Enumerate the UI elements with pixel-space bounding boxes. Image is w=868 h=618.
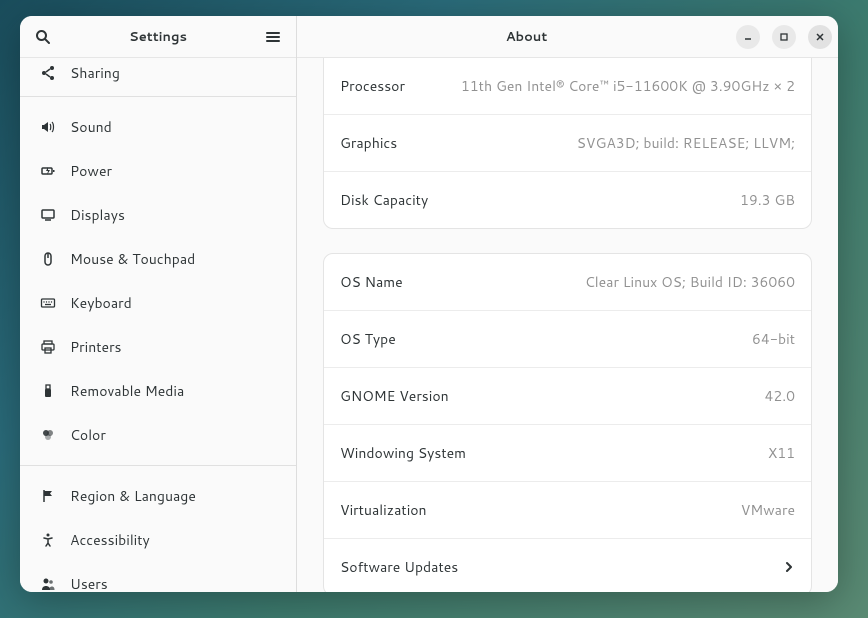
main-header: About	[297, 16, 838, 58]
sidebar-item-users[interactable]: Users	[20, 562, 296, 592]
row-value: Clear Linux OS; Build ID: 36060	[585, 272, 795, 292]
sidebar-item-power[interactable]: Power	[20, 149, 296, 193]
menu-button[interactable]	[256, 20, 290, 54]
sidebar-item-label: Users	[70, 574, 108, 592]
sidebar-item-color[interactable]: Color	[20, 413, 296, 457]
software-updates-row[interactable]: Software Updates	[324, 538, 811, 592]
accessibility-icon	[40, 532, 56, 548]
share-icon	[40, 65, 56, 81]
hardware-card: Processor 11th Gen Intel® Core™ i5-11600…	[323, 58, 812, 229]
sidebar-item-label: Mouse & Touchpad	[70, 249, 195, 269]
sidebar-item-sharing[interactable]: Sharing	[20, 58, 296, 88]
maximize-icon	[779, 32, 789, 42]
sidebar-item-label: Sharing	[70, 63, 120, 83]
info-row-os-type: OS Type 64-bit	[324, 310, 811, 367]
divider	[20, 465, 296, 466]
sidebar-item-printers[interactable]: Printers	[20, 325, 296, 369]
close-button[interactable]	[808, 25, 832, 49]
speaker-icon	[40, 119, 56, 135]
sidebar: Settings Sharing Sound Power	[20, 16, 297, 592]
sidebar-item-sound[interactable]: Sound	[20, 105, 296, 149]
sidebar-item-label: Keyboard	[70, 293, 132, 313]
info-row-graphics: Graphics SVGA3D; build: RELEASE; LLVM;	[324, 114, 811, 171]
display-icon	[40, 207, 56, 223]
row-value: VMware	[741, 500, 795, 520]
sidebar-item-mouse[interactable]: Mouse & Touchpad	[20, 237, 296, 281]
info-row-windowing-system: Windowing System X11	[324, 424, 811, 481]
sidebar-item-label: Accessibility	[70, 530, 150, 550]
main-content: Processor 11th Gen Intel® Core™ i5-11600…	[297, 58, 838, 592]
search-icon	[35, 29, 51, 45]
sidebar-item-region[interactable]: Region & Language	[20, 474, 296, 518]
page-title: About	[317, 28, 736, 46]
close-icon	[815, 32, 825, 42]
row-label: Windowing System	[340, 443, 466, 463]
row-label: GNOME Version	[340, 386, 449, 406]
sidebar-item-displays[interactable]: Displays	[20, 193, 296, 237]
sidebar-item-label: Printers	[70, 337, 122, 357]
flag-icon	[40, 488, 56, 504]
settings-window: Settings Sharing Sound Power	[20, 16, 838, 592]
chevron-right-icon	[783, 561, 795, 573]
info-row-gnome-version: GNOME Version 42.0	[324, 367, 811, 424]
sidebar-header: Settings	[20, 16, 296, 58]
minimize-icon	[743, 32, 753, 42]
power-icon	[40, 163, 56, 179]
sidebar-item-label: Displays	[70, 205, 125, 225]
color-icon	[40, 427, 56, 443]
row-label: OS Name	[340, 272, 403, 292]
row-label: Processor	[340, 76, 405, 96]
row-value: 64-bit	[752, 329, 795, 349]
row-label: OS Type	[340, 329, 396, 349]
printer-icon	[40, 339, 56, 355]
usb-icon	[40, 383, 56, 399]
row-value: 11th Gen Intel® Core™ i5-11600K @ 3.90GH…	[461, 76, 795, 96]
row-value: 42.0	[764, 386, 795, 406]
sidebar-item-keyboard[interactable]: Keyboard	[20, 281, 296, 325]
sidebar-item-label: Sound	[70, 117, 112, 137]
search-button[interactable]	[26, 20, 60, 54]
sidebar-item-label: Region & Language	[70, 486, 196, 506]
sidebar-item-label: Color	[70, 425, 106, 445]
row-label: Virtualization	[340, 500, 427, 520]
sidebar-list: Sharing Sound Power Displays Mouse & Tou…	[20, 58, 296, 592]
sidebar-item-accessibility[interactable]: Accessibility	[20, 518, 296, 562]
minimize-button[interactable]	[736, 25, 760, 49]
hamburger-icon	[265, 29, 281, 45]
keyboard-icon	[40, 295, 56, 311]
info-row-os-name: OS Name Clear Linux OS; Build ID: 36060	[324, 254, 811, 310]
row-label: Disk Capacity	[340, 190, 428, 210]
main-panel: About Processor 11th Gen Intel® Core™ i5…	[297, 16, 838, 592]
row-label: Software Updates	[340, 557, 458, 577]
system-card: OS Name Clear Linux OS; Build ID: 36060 …	[323, 253, 812, 592]
divider	[20, 96, 296, 97]
maximize-button[interactable]	[772, 25, 796, 49]
sidebar-item-removable-media[interactable]: Removable Media	[20, 369, 296, 413]
sidebar-item-label: Removable Media	[70, 381, 184, 401]
users-icon	[40, 576, 56, 592]
info-row-disk: Disk Capacity 19.3 GB	[324, 171, 811, 228]
sidebar-item-label: Power	[70, 161, 112, 181]
row-label: Graphics	[340, 133, 397, 153]
info-row-virtualization: Virtualization VMware	[324, 481, 811, 538]
mouse-icon	[40, 251, 56, 267]
window-controls	[736, 25, 832, 49]
info-row-processor: Processor 11th Gen Intel® Core™ i5-11600…	[324, 58, 811, 114]
row-value: X11	[768, 443, 795, 463]
sidebar-title: Settings	[60, 28, 256, 46]
row-value: SVGA3D; build: RELEASE; LLVM;	[577, 133, 795, 153]
row-value: 19.3 GB	[740, 190, 795, 210]
